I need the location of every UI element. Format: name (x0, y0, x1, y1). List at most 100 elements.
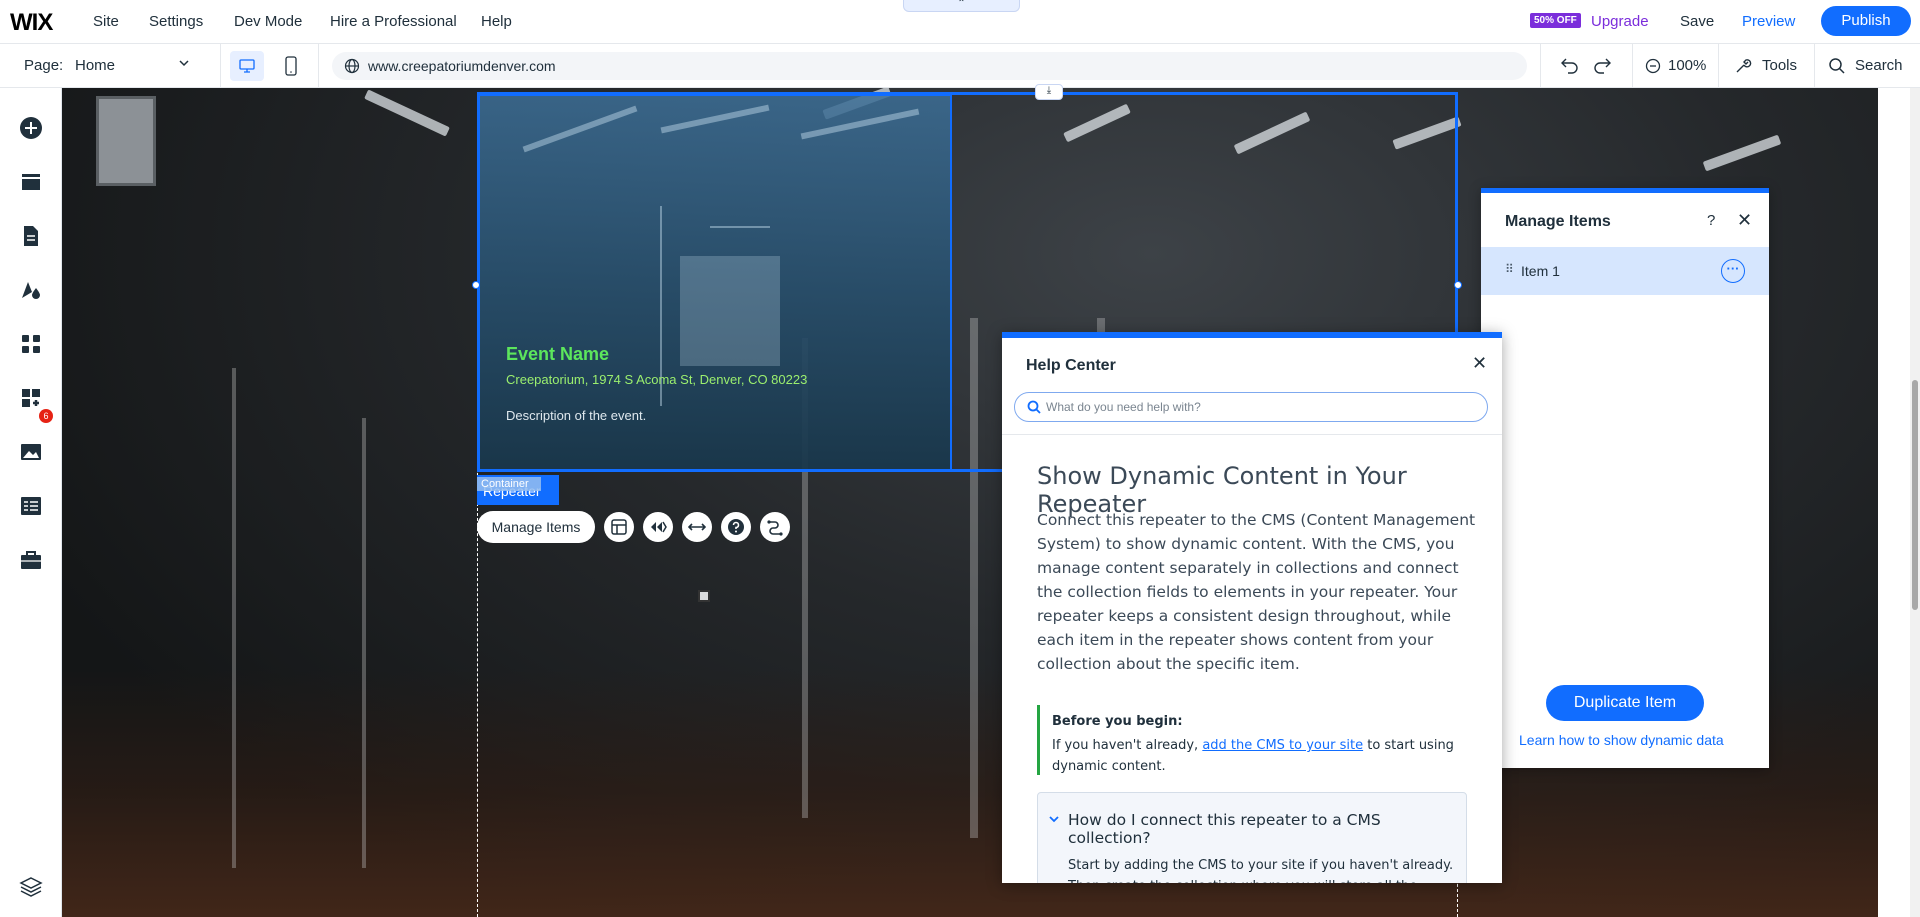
upgrade-link[interactable]: Upgrade (1591, 13, 1649, 30)
close-icon[interactable]: ✕ (1472, 353, 1487, 374)
menu-help[interactable]: Help (481, 13, 512, 30)
cms-icon[interactable] (19, 494, 43, 518)
learn-dynamic-data-link[interactable]: Learn how to show dynamic data (1519, 732, 1724, 748)
mobile-view-button[interactable] (274, 51, 308, 81)
article-body: Connect this repeater to the CMS (Conten… (1037, 511, 1476, 673)
callout-title: Before you begin: (1052, 714, 1183, 729)
help-center-panel: Help Center ✕ What do you need help with… (1002, 332, 1502, 883)
search-icon (1027, 400, 1041, 414)
close-icon[interactable]: ✕ (1737, 210, 1752, 231)
left-sidebar: 6 (0, 88, 62, 917)
discount-badge: 50% OFF (1530, 13, 1581, 28)
collapse-toolbar-button[interactable]: ⌃ (903, 0, 1020, 12)
preview-button[interactable]: Preview (1742, 13, 1795, 30)
more-options-icon[interactable]: ··· (1721, 259, 1745, 283)
animation-button[interactable] (643, 512, 673, 542)
callout-text: If you haven't already, (1052, 738, 1203, 753)
panel-title: Manage Items (1505, 213, 1611, 230)
menu-hire-professional[interactable]: Hire a Professional (330, 13, 457, 30)
event-description[interactable]: Description of the event. (506, 408, 646, 423)
publish-button[interactable]: Publish (1821, 6, 1911, 36)
drag-handle-icon[interactable]: ⠿ (1505, 262, 1514, 276)
globe-icon (344, 58, 360, 74)
duplicate-item-button[interactable]: Duplicate Item (1546, 685, 1704, 721)
desktop-view-button[interactable] (230, 51, 264, 81)
page-label: Page: (24, 57, 64, 74)
divider (220, 44, 221, 88)
save-button[interactable]: Save (1680, 13, 1714, 30)
ceiling-light (364, 89, 450, 137)
portfolio-icon[interactable] (19, 548, 43, 572)
sections-icon[interactable] (19, 170, 43, 194)
wix-logo[interactable]: WIX (10, 9, 53, 37)
chevron-down-icon[interactable] (1048, 813, 1060, 828)
accordion-body: Start by adding the CMS to your site if … (1068, 858, 1454, 883)
add-icon[interactable] (19, 116, 43, 140)
stretch-icon (688, 523, 706, 531)
resize-handle-right[interactable] (1454, 281, 1462, 289)
help-icon[interactable]: ? (1707, 212, 1715, 229)
redo-icon[interactable] (1592, 56, 1612, 79)
undo-icon[interactable] (1560, 56, 1580, 79)
apps-icon[interactable] (19, 332, 43, 356)
tools-button[interactable]: Tools (1762, 57, 1797, 74)
repeater-item-container[interactable]: Event Name Creepatorium, 1974 S Acoma St… (478, 94, 952, 471)
pages-icon[interactable] (19, 224, 43, 248)
tools-icon (1734, 57, 1752, 80)
animation-icon (651, 521, 667, 533)
menu-dev-mode[interactable]: Dev Mode (234, 13, 302, 30)
menu-site[interactable]: Site (93, 13, 119, 30)
zoom-out-icon[interactable] (1645, 58, 1661, 79)
callout-body: If you haven't already, add the CMS to y… (1052, 735, 1472, 777)
event-address[interactable]: Creepatorium, 1974 S Acoma St, Denver, C… (506, 372, 807, 387)
search-icon (1828, 57, 1846, 80)
connect-icon (767, 520, 783, 536)
zoom-level[interactable]: 100% (1668, 57, 1706, 74)
search-placeholder: What do you need help with? (1046, 400, 1201, 414)
divider (1718, 44, 1719, 88)
accordion-title[interactable]: How do I connect this repeater to a CMS … (1068, 811, 1466, 847)
help-button[interactable] (721, 512, 751, 542)
site-url: www.creepatoriumdenver.com (368, 58, 556, 74)
manage-items-button[interactable]: Manage Items (477, 511, 595, 543)
list-item[interactable]: ⠿ Item 1 ··· (1481, 247, 1769, 295)
divider (1632, 44, 1633, 88)
layers-icon[interactable] (19, 875, 43, 899)
resize-handle-left[interactable] (472, 281, 480, 289)
faq-accordion[interactable]: How do I connect this repeater to a CMS … (1037, 792, 1467, 883)
menu-settings[interactable]: Settings (149, 13, 203, 30)
anchor-handle[interactable]: ⤓ (1035, 84, 1063, 100)
mobile-icon (285, 56, 297, 76)
small-element[interactable] (698, 590, 710, 602)
add-cms-link[interactable]: add the CMS to your site (1202, 738, 1363, 753)
help-search-input[interactable]: What do you need help with? (1014, 392, 1488, 422)
desktop-icon (239, 59, 255, 73)
background-window (96, 96, 156, 186)
container-tag: Container (477, 477, 541, 491)
layout-icon (611, 519, 627, 535)
divider (1814, 44, 1815, 88)
business-icon[interactable] (19, 386, 43, 410)
site-url-bar[interactable]: www.creepatoriumdenver.com (332, 52, 1527, 80)
layout-button[interactable] (604, 512, 634, 542)
wall-post (362, 418, 366, 868)
design-icon[interactable] (19, 278, 43, 302)
help-icon (728, 519, 744, 535)
page-selector[interactable]: Home (75, 57, 115, 74)
before-you-begin-callout: Before you begin: If you haven't already… (1037, 705, 1477, 775)
stretch-button[interactable] (682, 512, 712, 542)
divider (1540, 44, 1541, 88)
editor-toolbar: Page: Home www.creepatoriumdenver.com 10… (0, 44, 1920, 88)
chevron-down-icon[interactable] (178, 56, 190, 72)
item-label: Item 1 (1521, 263, 1560, 279)
event-name[interactable]: Event Name (506, 344, 609, 365)
media-icon[interactable] (19, 440, 43, 464)
connect-to-cms-button[interactable] (760, 512, 790, 542)
search-button[interactable]: Search (1855, 57, 1903, 74)
scrollbar-thumb[interactable] (1912, 380, 1918, 610)
divider (1002, 434, 1502, 435)
wall-post (232, 368, 236, 868)
manage-items-panel: Manage Items ? ✕ ⠿ Item 1 ··· Duplicate … (1481, 188, 1769, 768)
ceiling-light (1702, 134, 1782, 172)
panel-title: Help Center (1026, 357, 1116, 374)
